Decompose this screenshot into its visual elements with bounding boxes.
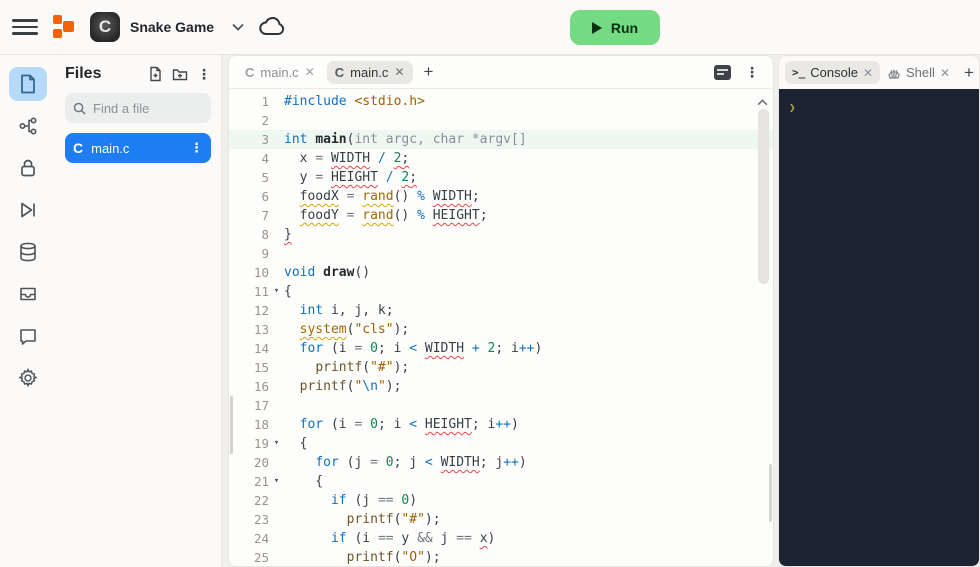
code-line: 14 for (i = 0; i < WIDTH + 2; i ++) — [253, 341, 543, 356]
hamburger-menu-icon[interactable] — [12, 14, 38, 40]
console-pane: >_ Console ✕ Shell ✕ + ❯ — [778, 55, 980, 567]
code-line: 7 foodY = rand() % HEIGHT; — [261, 208, 488, 223]
new-console-tab-button[interactable]: + — [957, 63, 979, 83]
console-tabbar: >_ Console ✕ Shell ✕ + — [779, 56, 979, 89]
tab-console[interactable]: >_ Console ✕ — [785, 61, 881, 84]
editor-tab-main-c-1[interactable]: C main.c ✕ — [237, 61, 323, 84]
play-icon — [591, 21, 602, 34]
source-control-icon[interactable] — [9, 109, 47, 143]
code-line: 17 — [253, 398, 269, 413]
c-file-icon: C — [245, 64, 255, 80]
c-file-icon: C — [334, 64, 345, 80]
editor-pane: C main.c ✕ C main.c ✕ + ⋮ 1 #include <std… — [228, 55, 774, 567]
code-line: 18 for (i = 0; i < HEIGHT; i ++) — [253, 417, 519, 432]
file-search-input[interactable] — [93, 100, 203, 116]
code-line: 8} — [261, 227, 292, 242]
code-line: 9 — [261, 246, 269, 261]
workspace: Files ⋮ C main.c ⋮ — [0, 55, 980, 567]
search-icon — [73, 102, 86, 115]
top-header: C Snake Game Run — [0, 0, 980, 55]
run-button[interactable]: Run — [570, 10, 660, 45]
code-line: 11 ▾{ — [253, 284, 292, 299]
database-icon[interactable] — [9, 235, 47, 269]
code-line: 13 system("cls"); — [253, 322, 410, 337]
c-file-icon: C — [73, 140, 84, 156]
c-language-icon: C — [90, 12, 120, 42]
editor-tabbar: C main.c ✕ C main.c ✕ + ⋮ — [229, 56, 773, 89]
code-line: 5 y = HEIGHT / 2; — [261, 170, 418, 185]
code-line: 24 if (i == y && j == x) — [253, 531, 496, 546]
code-line: 1 #include <stdio.h> — [261, 94, 425, 109]
console-output[interactable]: ❯ — [779, 89, 979, 566]
code-editor[interactable]: 1 #include <stdio.h> 2 3 int main(int argc, … — [229, 89, 773, 566]
code-line: 4 x = WIDTH / 2; — [261, 151, 410, 166]
file-options-kebab-icon[interactable]: ⋮ — [190, 140, 203, 156]
lock-icon[interactable] — [9, 151, 47, 185]
repl-title[interactable]: Snake Game — [130, 19, 214, 35]
close-tab-icon[interactable]: ✕ — [863, 66, 873, 80]
tool-rail — [0, 55, 55, 567]
console-prompt-symbol: ❯ — [789, 101, 796, 114]
files-panel-title: Files — [65, 65, 102, 82]
close-tab-icon[interactable]: ✕ — [394, 65, 404, 79]
code-line: 6 foodX = rand() % WIDTH; — [261, 189, 480, 204]
new-tab-button[interactable]: + — [417, 62, 441, 82]
cloud-status-icon — [258, 17, 286, 37]
code-line: 23 printf("#"); — [253, 512, 441, 527]
code-line: 25 printf("O"); — [253, 550, 441, 565]
new-file-icon[interactable] — [148, 66, 163, 82]
tab-shell[interactable]: Shell ✕ — [880, 61, 957, 84]
files-icon[interactable] — [8, 67, 47, 101]
close-tab-icon[interactable]: ✕ — [305, 65, 315, 79]
code-line: 16 printf(" \n "); — [253, 379, 402, 394]
skip-run-icon[interactable] — [9, 193, 47, 227]
chevron-down-icon[interactable] — [232, 18, 244, 36]
console-prompt-icon: >_ — [792, 66, 806, 79]
settings-icon[interactable] — [9, 361, 47, 395]
editor-scrollbar[interactable] — [758, 109, 769, 284]
file-item-main-c[interactable]: C main.c ⋮ — [65, 133, 211, 163]
files-menu-kebab-icon[interactable]: ⋮ — [197, 67, 211, 81]
files-panel: Files ⋮ C main.c ⋮ — [55, 55, 222, 567]
code-line: 21 ▾ { — [253, 474, 324, 489]
editor-tab-main-c-2[interactable]: C main.c ✕ — [326, 60, 413, 84]
editor-menu-kebab-icon[interactable]: ⋮ — [745, 65, 759, 79]
code-line: 15 printf("#"); — [253, 360, 410, 375]
pane-resize-handle-left[interactable] — [230, 396, 233, 454]
editor-layout-icon[interactable] — [714, 64, 731, 80]
file-search[interactable] — [65, 93, 211, 123]
code-line: 3 int main(int argc, char *argv[] — [229, 130, 773, 149]
code-line: 2 — [261, 113, 269, 128]
code-line: 10 void draw() — [253, 265, 371, 280]
new-folder-icon[interactable] — [172, 67, 188, 82]
file-name: main.c — [91, 140, 130, 156]
code-line: 20 for (j = 0; j < WIDTH; j ++) — [253, 455, 527, 470]
replit-logo-icon[interactable] — [52, 14, 78, 40]
code-line: 19 ▾ { — [253, 436, 308, 451]
code-line: 22 if (j == 0) — [253, 493, 418, 508]
pane-resize-handle-right[interactable] — [769, 464, 772, 522]
shell-icon — [887, 66, 901, 79]
inbox-icon[interactable] — [9, 277, 47, 311]
code-lines: 1 #include <stdio.h> 2 3 int main(int argc, … — [229, 92, 773, 566]
code-line: 12 int i, j, k; — [253, 303, 394, 318]
close-tab-icon[interactable]: ✕ — [940, 66, 950, 80]
chat-icon[interactable] — [9, 319, 47, 353]
